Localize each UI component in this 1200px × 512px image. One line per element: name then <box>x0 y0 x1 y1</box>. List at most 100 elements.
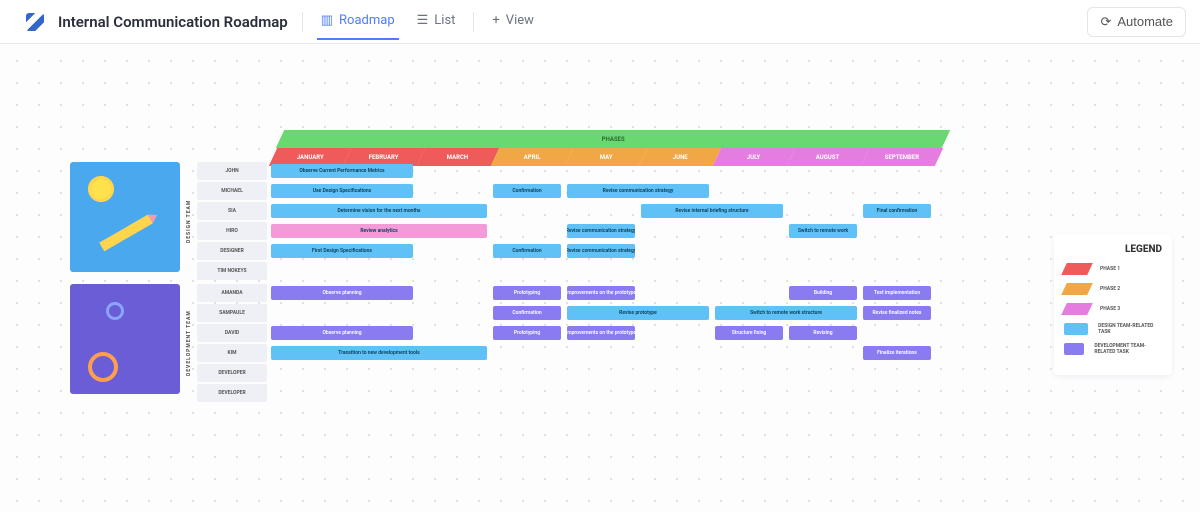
legend-title: LEGEND <box>1064 244 1162 255</box>
task-bar[interactable]: Observe planning <box>271 286 413 300</box>
legend-label: DEVELOPMENT TEAM-RELATED TASK <box>1094 343 1162 355</box>
legend-item: PHASE 3 <box>1064 303 1162 315</box>
member-row: SIA Determine vision for the next months R… <box>197 202 935 220</box>
member-name: KIM <box>197 344 267 362</box>
member-row: KIM Transition to new development tools Fi… <box>197 344 935 362</box>
task-lane <box>269 384 935 402</box>
legend-swatch <box>1064 323 1088 335</box>
member-row: AMANDA Observe planning Prototyping Improve… <box>197 284 935 302</box>
team-illustration <box>70 162 180 272</box>
task-bar[interactable]: First Design Specifications <box>271 244 413 258</box>
task-bar[interactable]: Observe planning <box>271 326 413 340</box>
task-bar[interactable]: Revising <box>789 326 857 340</box>
list-icon: ☰ <box>417 13 429 28</box>
task-bar[interactable]: Revise internal briefing structure <box>641 204 783 218</box>
task-lane: Review analytics Revise communication str… <box>269 222 935 240</box>
task-bar[interactable]: Observe Current Performance Metrics <box>271 164 413 178</box>
legend-item: DEVELOPMENT TEAM-RELATED TASK <box>1064 343 1162 355</box>
separator <box>473 12 474 32</box>
tab-label: Roadmap <box>339 13 395 28</box>
task-bar[interactable]: Revise communication strategy <box>567 224 635 238</box>
member-row: JOHNObserve Current Performance Metrics <box>197 162 935 180</box>
phases-header: PHASES <box>276 130 950 148</box>
task-bar[interactable]: Test implementation <box>863 286 931 300</box>
legend-item: DESIGN TEAM-RELATED TASK <box>1064 323 1162 335</box>
member-name: SAMPAULE <box>197 304 267 322</box>
legend-label: PHASE 3 <box>1100 306 1120 312</box>
roadmap-icon: ▥ <box>321 13 333 28</box>
member-name: DAVID <box>197 324 267 342</box>
legend-swatch <box>1061 263 1093 275</box>
legend-card: LEGEND PHASE 1 PHASE 2 PHASE 3 DESIGN TEAM-… <box>1054 234 1172 375</box>
task-bar[interactable]: Building <box>789 286 857 300</box>
plus-icon: + <box>492 13 499 28</box>
bolt-icon: ⟳ <box>1100 14 1111 30</box>
task-bar[interactable]: Revise communication strategy <box>567 244 635 258</box>
task-bar[interactable]: Confirmation <box>493 244 561 258</box>
member-name: DEVELOPER <box>197 364 267 382</box>
member-name: SIA <box>197 202 267 220</box>
member-row: DEVELOPER <box>197 364 935 382</box>
task-bar[interactable]: Finalize iterations <box>863 346 931 360</box>
task-bar[interactable]: Review analytics <box>271 224 487 238</box>
add-view[interactable]: + View <box>488 3 538 40</box>
workspace-icon <box>26 13 44 31</box>
legend-swatch <box>1061 303 1093 315</box>
task-bar[interactable]: Improvements on the prototype <box>567 286 635 300</box>
team-section: DEVELOPMENT TEAMAMANDA Observe planning Pr… <box>70 284 950 402</box>
task-bar[interactable]: Confirmation <box>493 184 561 198</box>
member-row: DESIGNER First Design Specifications Confi… <box>197 242 935 260</box>
task-bar[interactable]: Final confirmation <box>863 204 931 218</box>
task-bar[interactable]: Confirmation <box>493 306 561 320</box>
member-row: TIM NOKEYS <box>197 262 935 280</box>
legend-swatch <box>1064 343 1084 355</box>
legend-swatch <box>1061 283 1093 295</box>
task-lane: Transition to new development tools Final… <box>269 344 935 362</box>
legend-item: PHASE 2 <box>1064 283 1162 295</box>
task-lane: Determine vision for the next months Revi… <box>269 202 935 220</box>
task-lane: Confirmation Revise prototype Switch to re… <box>269 304 935 322</box>
task-lane <box>269 364 935 382</box>
automate-label: Automate <box>1117 14 1173 29</box>
legend-label: PHASE 2 <box>1100 286 1120 292</box>
member-row: DEVELOPER <box>197 384 935 402</box>
task-bar[interactable]: Determine vision for the next months <box>271 204 487 218</box>
tab-roadmap[interactable]: ▥ Roadmap <box>317 3 399 40</box>
member-name: DEVELOPER <box>197 384 267 402</box>
task-bar[interactable]: Revise communication strategy <box>567 184 709 198</box>
task-bar[interactable]: Prototyping <box>493 286 561 300</box>
member-name: DESIGNER <box>197 242 267 260</box>
team-label: DESIGN TEAM <box>184 162 194 280</box>
whiteboard-canvas[interactable]: PHASES JANUARYFEBRUARYMARCHAPRILMAYJUNEJ… <box>0 44 1200 512</box>
task-bar[interactable]: Switch to remote work <box>789 224 857 238</box>
task-bar[interactable]: Revise prototype <box>567 306 709 320</box>
roadmap-board: PHASES JANUARYFEBRUARYMARCHAPRILMAYJUNEJ… <box>70 162 950 402</box>
member-row: SAMPAULE Confirmation Revise prototype Swit… <box>197 304 935 322</box>
task-lane: Observe planning Prototyping Improvements … <box>269 284 935 302</box>
member-name: AMANDA <box>197 284 267 302</box>
tab-label: List <box>434 13 455 28</box>
task-bar[interactable]: Use Design Specifications <box>271 184 413 198</box>
task-lane: Observe planning Prototyping Improvements … <box>269 324 935 342</box>
task-bar[interactable]: Structure fixing <box>715 326 783 340</box>
task-bar[interactable]: Prototyping <box>493 326 561 340</box>
team-label: DEVELOPMENT TEAM <box>184 284 194 402</box>
tab-list[interactable]: ☰ List <box>413 3 460 40</box>
team-illustration <box>70 284 180 394</box>
task-bar[interactable]: Transition to new development tools <box>271 346 487 360</box>
member-name: HIRO <box>197 222 267 240</box>
task-lane: First Design Specifications Confirmation R… <box>269 242 935 260</box>
task-bar[interactable]: Switch to remote work structure <box>715 306 857 320</box>
member-row: MICHAEL Use Design Specifications Confirma… <box>197 182 935 200</box>
automate-button[interactable]: ⟳ Automate <box>1087 7 1186 37</box>
member-name: MICHAEL <box>197 182 267 200</box>
task-bar[interactable]: Revise finalized notes <box>863 306 931 320</box>
tab-label: View <box>506 13 534 28</box>
task-lane: Observe Current Performance Metrics <box>269 162 935 180</box>
team-section: DESIGN TEAMJOHNObserve Current Performan… <box>70 162 950 280</box>
task-lane <box>269 262 935 280</box>
legend-item: PHASE 1 <box>1064 263 1162 275</box>
page-title: Internal Communication Roadmap <box>58 13 288 31</box>
task-bar[interactable]: Improvements on the prototype <box>567 326 635 340</box>
member-name: TIM NOKEYS <box>197 262 267 280</box>
